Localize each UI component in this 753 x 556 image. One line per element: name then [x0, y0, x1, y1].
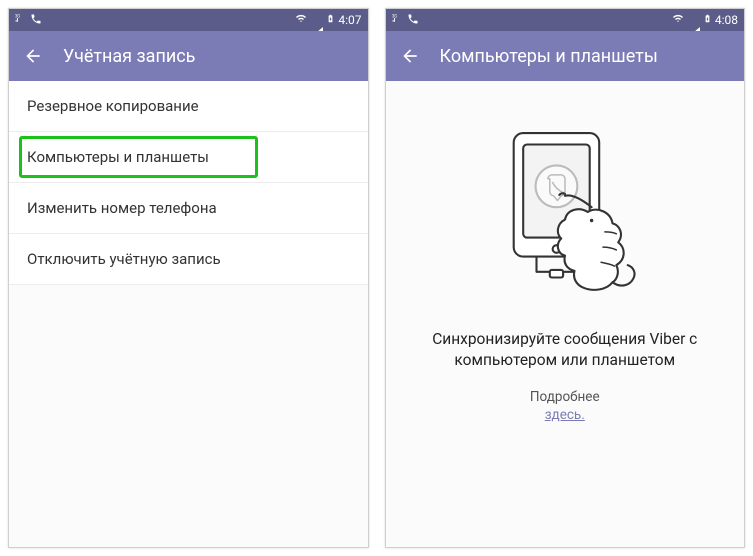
sync-title-text: Синхронизируйте сообщения Viber с компью… [410, 329, 721, 371]
page-title: Учётная запись [63, 46, 195, 67]
phone-call-icon [407, 13, 419, 28]
sync-illustration [470, 111, 660, 311]
signal-3g-icon: 3G [392, 13, 403, 27]
app-header: Учётная запись [9, 31, 368, 81]
menu-item-label: Резервное копирование [27, 97, 199, 115]
phone-screen-sync: 3G 4:08 Компьютеры и планшеты [385, 8, 746, 548]
sync-content: Синхронизируйте сообщения Viber с компью… [386, 81, 745, 547]
battery-charging-icon [703, 12, 712, 28]
phone-call-icon [30, 13, 42, 28]
account-menu-content: Резервное копирование Компьютеры и планш… [9, 81, 368, 547]
status-bar: 3G 4:08 [386, 9, 745, 31]
page-title: Компьютеры и планшеты [440, 46, 658, 67]
cell-signal-icon [311, 13, 323, 27]
menu-item-label: Отключить учётную запись [27, 250, 221, 268]
menu-item-computers-tablets[interactable]: Компьютеры и планшеты [9, 132, 368, 183]
menu-item-change-number[interactable]: Изменить номер телефона [9, 183, 368, 234]
back-button[interactable] [400, 46, 420, 66]
battery-charging-icon [326, 12, 335, 28]
wifi-icon [671, 13, 685, 28]
back-button[interactable] [23, 46, 43, 66]
phone-screen-account: 3G 4:07 Учётная запись Ре [8, 8, 369, 548]
menu-item-label: Компьютеры и планшеты [27, 148, 209, 166]
menu-item-backup[interactable]: Резервное копирование [9, 81, 368, 132]
status-bar: 3G 4:07 [9, 9, 368, 31]
signal-3g-icon: 3G [15, 13, 26, 27]
menu-item-deactivate[interactable]: Отключить учётную запись [9, 234, 368, 285]
clock-time: 4:07 [338, 13, 361, 27]
menu-list: Резервное копирование Компьютеры и планш… [9, 81, 368, 285]
clock-time: 4:08 [715, 13, 738, 27]
cell-signal-icon [688, 13, 700, 27]
sync-more-label: Подробнее [530, 389, 600, 405]
sync-more-link[interactable]: здесь. [545, 407, 585, 423]
menu-item-label: Изменить номер телефона [27, 199, 217, 217]
app-header: Компьютеры и планшеты [386, 31, 745, 81]
wifi-icon [294, 13, 308, 28]
